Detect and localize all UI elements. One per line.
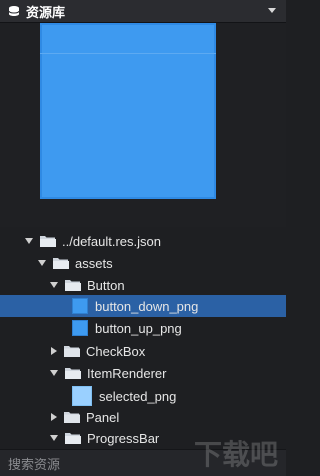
tree-item-label: Panel <box>86 409 120 425</box>
tree-item-panel-folder[interactable]: Panel <box>0 406 286 428</box>
tree-item-label: button_up_png <box>95 320 182 336</box>
expand-arrow-icon[interactable] <box>38 260 46 266</box>
watermark-logo: 下载吧 <box>193 439 278 470</box>
tree-item-label: CheckBox <box>86 343 146 359</box>
tree-item-label: ProgressBar <box>87 430 160 446</box>
tree-item-default-res-json[interactable]: ../default.res.json <box>0 230 286 252</box>
expand-arrow-icon[interactable] <box>25 238 33 244</box>
tree-item-label: selected_png <box>99 388 177 404</box>
image-preview <box>0 23 286 227</box>
tree-item-label: ItemRenderer <box>87 365 167 381</box>
tree-item-label: assets <box>75 255 113 271</box>
chevron-down-icon[interactable] <box>268 8 276 13</box>
tree-item-button-down-png[interactable]: button_down_png <box>0 295 286 317</box>
expand-arrow-icon[interactable] <box>50 370 58 376</box>
panel-title: 资源库 <box>8 2 65 20</box>
image-thumbnail <box>72 386 92 406</box>
folder-open-icon <box>53 258 69 269</box>
search-input[interactable]: 搜索资源 <box>8 454 60 473</box>
folder-open-icon <box>65 280 81 291</box>
database-icon <box>8 6 20 16</box>
preview-image <box>40 23 216 199</box>
tree-item-button-folder[interactable]: Button <box>0 274 286 296</box>
collapse-arrow-icon[interactable] <box>51 347 57 355</box>
tree-item-button-up-png[interactable]: button_up_png <box>0 317 286 339</box>
image-thumbnail <box>72 298 88 314</box>
tree-item-label: Button <box>87 277 125 293</box>
image-thumbnail <box>72 320 88 336</box>
tree-item-label: ../default.res.json <box>62 233 161 249</box>
expand-arrow-icon[interactable] <box>50 282 58 288</box>
folder-open-icon <box>65 433 81 444</box>
collapse-arrow-icon[interactable] <box>51 413 57 421</box>
panel-header: 资源库 <box>0 0 286 23</box>
folder-open-icon <box>40 236 56 247</box>
resource-tree: ../default.res.json assets Button button… <box>0 228 286 448</box>
tree-item-label: button_down_png <box>95 298 199 314</box>
tree-item-itemrenderer-folder[interactable]: ItemRenderer <box>0 362 286 384</box>
folder-open-icon <box>65 368 81 379</box>
panel-title-text: 资源库 <box>26 4 66 20</box>
folder-icon <box>64 346 80 357</box>
expand-arrow-icon[interactable] <box>50 435 58 441</box>
tree-item-selected-png[interactable]: selected_png <box>0 384 286 408</box>
tree-item-assets[interactable]: assets <box>0 252 286 274</box>
folder-icon <box>64 412 80 423</box>
tree-item-checkbox-folder[interactable]: CheckBox <box>0 340 286 362</box>
